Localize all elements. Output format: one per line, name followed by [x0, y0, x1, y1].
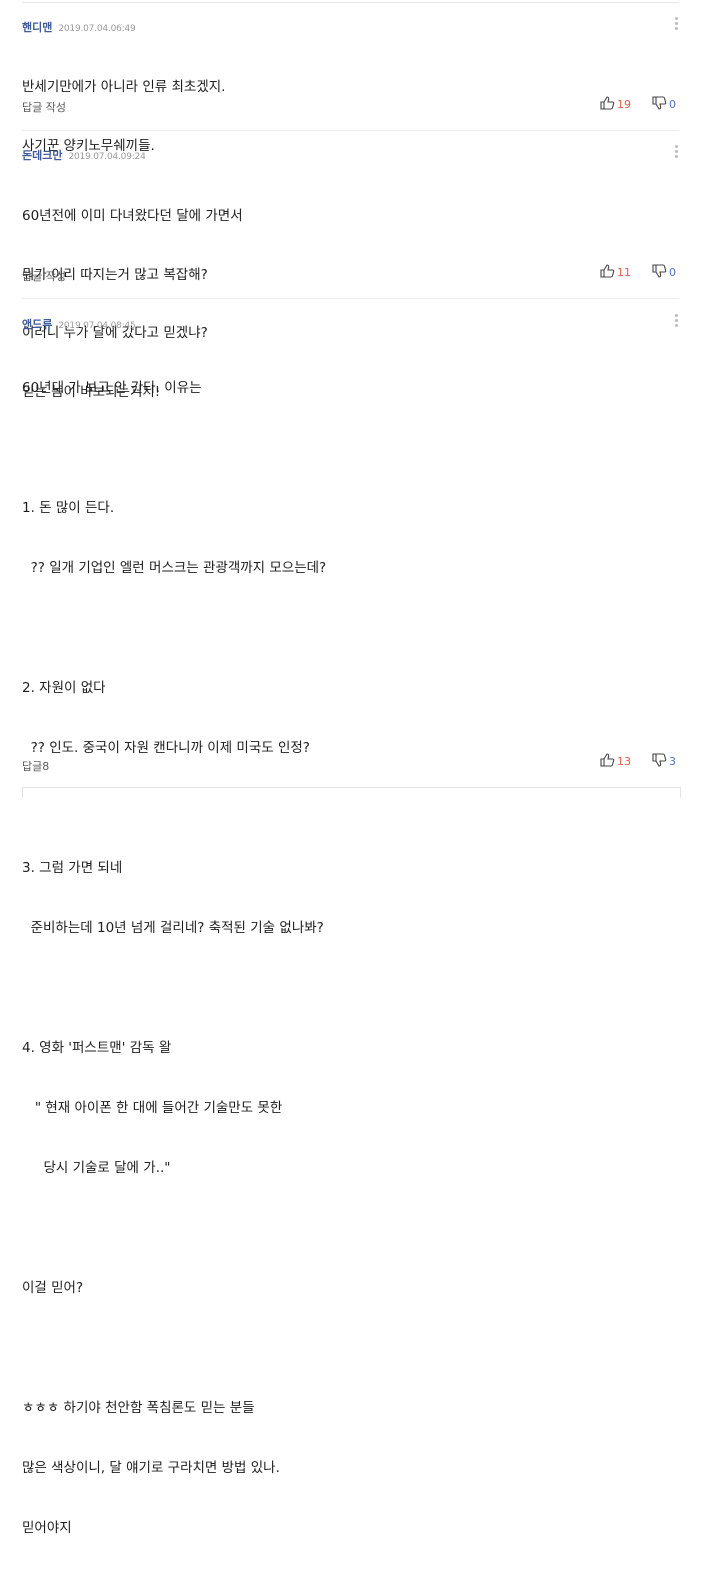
comment-line: 많은 색상이니, 달 얘기로 구라치면 방법 있나.	[22, 1460, 280, 1476]
comment-line: 60년전에 이미 다녀왔다던 달에 가면서	[22, 208, 243, 224]
like-count: 11	[617, 266, 631, 279]
comment-meta: 앤드류 2019.07.04.08:45	[22, 316, 136, 331]
dislike-button[interactable]: 0	[652, 96, 676, 112]
reply-write-button[interactable]: 답글 작성	[22, 268, 66, 284]
comment-line: ?? 일개 기업인 엘런 머스크는 관광객까지 모으는데?	[22, 560, 327, 576]
comment-line: 믿어야지	[22, 1520, 72, 1536]
comment-line: ​	[22, 1338, 326, 1358]
reply-label: 답글 작성	[22, 270, 66, 283]
comment-divider	[22, 130, 679, 131]
reply-label: 답글	[22, 760, 43, 773]
reply-count: 8	[42, 760, 50, 773]
comment-line: ​	[22, 438, 326, 458]
comment-line: ​	[22, 798, 326, 818]
comment-line: 반세기만에가 아니라 인류 최초겠지.	[22, 79, 226, 95]
comment-timestamp: 2019.07.04.06:49	[58, 24, 136, 34]
comment-meta: 핸디맨 2019.07.04.06:49	[22, 19, 136, 34]
more-options-icon[interactable]	[673, 17, 679, 33]
like-button[interactable]: 11	[600, 264, 631, 280]
thumbs-down-icon	[652, 264, 667, 279]
reply-area-box	[22, 787, 681, 798]
comment-timestamp: 2019.07.04.08:45	[58, 321, 136, 331]
more-options-icon[interactable]	[673, 145, 679, 161]
like-button[interactable]: 13	[600, 753, 631, 769]
comment-line: ?? 인도. 중국이 자원 캔다니까 이제 미국도 인정?	[22, 740, 310, 756]
dislike-count: 3	[669, 755, 676, 768]
thumbs-up-icon	[600, 96, 615, 111]
comment-line: 60년대 가 보고 안 간다. 이유는	[22, 380, 202, 396]
reply-count-button[interactable]: 답글8	[22, 758, 49, 774]
comment-line: 당시 기술로 달에 가.."	[22, 1160, 171, 1176]
thumbs-down-icon	[652, 96, 667, 111]
comment-line: ㅎㅎㅎ 하기야 천안함 폭침론도 믿는 분들	[22, 1400, 255, 1416]
like-count: 13	[617, 755, 631, 768]
comment-line: 2. 자원이 없다	[22, 680, 106, 696]
reply-write-button[interactable]: 답글 작성	[22, 99, 66, 115]
comment-meta: 돈데크만 2019.07.04.09:24	[22, 147, 146, 162]
dislike-count: 0	[669, 266, 676, 279]
thumbs-down-icon	[652, 753, 667, 768]
comment-line: 4. 영화 '퍼스트맨' 감독 왈	[22, 1040, 172, 1056]
comment-author[interactable]: 핸디맨	[22, 21, 52, 34]
more-options-icon[interactable]	[673, 314, 679, 330]
thumbs-up-icon	[600, 753, 615, 768]
comment-timestamp: 2019.07.04.09:24	[68, 152, 146, 162]
comment-author[interactable]: 돈데크만	[22, 149, 62, 162]
comment-line: ​	[22, 1218, 326, 1238]
like-button[interactable]: 19	[600, 96, 631, 112]
thumbs-up-icon	[600, 264, 615, 279]
like-count: 19	[617, 98, 631, 111]
reply-label: 답글 작성	[22, 101, 66, 114]
dislike-button[interactable]: 0	[652, 264, 676, 280]
comment-line: 이걸 믿어?	[22, 1280, 84, 1296]
comment-line: 준비하는데 10년 넘게 걸리네? 축적된 기술 없나봐?	[22, 920, 324, 936]
comment-author[interactable]: 앤드류	[22, 318, 52, 331]
comment-line: ​	[22, 978, 326, 998]
comment-line: 1. 돈 많이 든다.	[22, 500, 115, 516]
top-divider	[22, 2, 679, 3]
comment-divider	[22, 298, 679, 299]
dislike-button[interactable]: 3	[652, 753, 676, 769]
comment-line: ​	[22, 618, 326, 638]
dislike-count: 0	[669, 98, 676, 111]
comment-line: " 현재 아이폰 한 대에 들어간 기술만도 못한	[22, 1100, 283, 1116]
comment-line: 3. 그럼 가면 되네	[22, 860, 123, 876]
comment-body: 60년대 가 보고 안 간다. 이유는 ​ 1. 돈 많이 든다. ?? 일개 …	[22, 338, 326, 1578]
